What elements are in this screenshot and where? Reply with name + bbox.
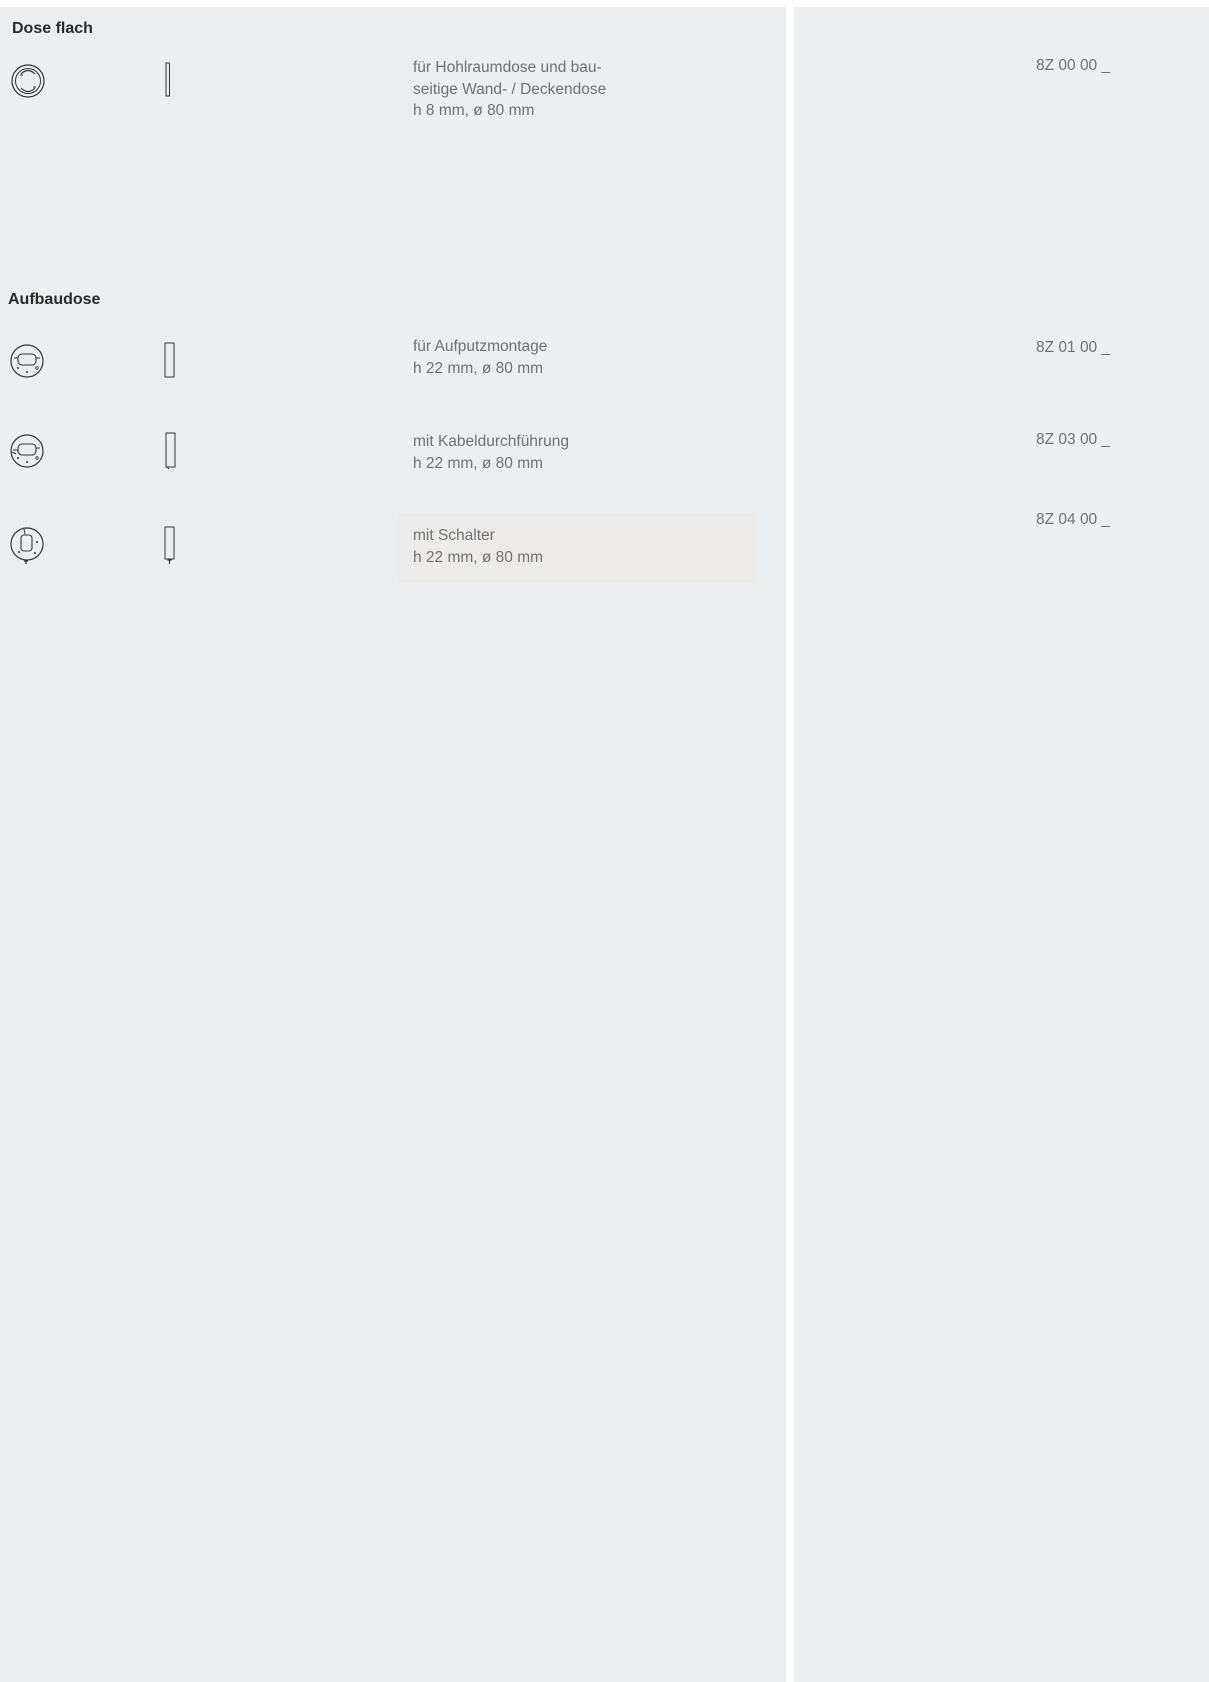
description-line: mit Schalter <box>413 527 495 544</box>
cable-entry-box-top-view-icon <box>10 434 44 468</box>
product-description: für Aufputzmontage h 22 mm, ø 80 mm <box>413 336 547 379</box>
description-line: mit Kabeldurchführung <box>413 433 569 450</box>
description-line: h 22 mm, ø 80 mm <box>413 359 544 377</box>
surface-box-side-view-icon <box>164 342 175 378</box>
description-line: für Aufputzmontage <box>413 338 548 355</box>
article-number: 8Z 03 00 _ <box>1036 431 1111 448</box>
article-number: 8Z 00 00 _ <box>1036 57 1111 74</box>
description-line: h 8 mm, ø 80 mm <box>413 102 535 119</box>
flush-box-side-view-icon <box>165 62 170 97</box>
switch-box-side-view-icon <box>164 526 175 564</box>
description-line: h 22 mm, ø 80 mm <box>413 548 544 566</box>
article-number: 8Z 01 00 _ <box>1036 339 1111 356</box>
article-number: 8Z 04 00 _ <box>1036 511 1111 528</box>
article-number-panel <box>794 7 1209 1682</box>
switch-box-top-view-icon <box>10 527 44 564</box>
product-list-panel <box>0 7 786 1682</box>
description-line: h 22 mm, ø 80 mm <box>413 454 544 472</box>
product-description: für Hohlraumdose und bau- seitige Wand- … <box>413 57 606 122</box>
surface-box-top-view-icon <box>10 344 44 378</box>
section-heading-aufbaudose: Aufbaudose <box>8 291 101 308</box>
description-line: seitige Wand- / Deckendose <box>413 80 607 98</box>
cable-entry-box-side-view-icon <box>165 432 176 470</box>
description-line: für Hohlraumdose und bau- <box>413 59 602 76</box>
product-description: mit Schalter h 22 mm, ø 80 mm <box>413 525 543 568</box>
flush-box-top-view-icon <box>11 64 45 98</box>
section-heading-dose-flach: Dose flach <box>12 20 93 37</box>
product-description: mit Kabeldurchführung h 22 mm, ø 80 mm <box>413 431 569 474</box>
